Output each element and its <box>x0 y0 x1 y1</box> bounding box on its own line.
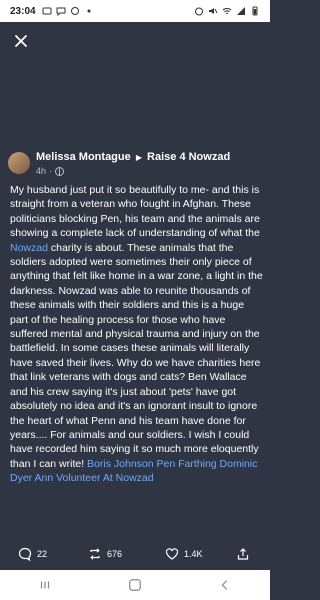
close-icon <box>15 35 27 47</box>
author-name[interactable]: Melissa Montague <box>36 151 131 163</box>
more-share-button[interactable] <box>236 547 250 561</box>
share-count: 676 <box>107 549 123 559</box>
post-text: My husband just put it so beautifully to… <box>10 184 260 240</box>
arrow-right-icon: ▶ <box>135 153 142 162</box>
status-time: 23:04 <box>10 5 36 17</box>
wifi-icon <box>222 8 232 14</box>
post-header: Melissa Montague ▶ Raise 4 Nowzad 4h · <box>4 150 266 177</box>
post-text: charity is about. These animals that the… <box>10 241 263 470</box>
post-time[interactable]: 4h <box>36 165 46 177</box>
avatar[interactable] <box>8 152 30 174</box>
comment-button[interactable]: 22 <box>18 547 47 561</box>
dot-icon <box>87 9 91 13</box>
system-nav-bar <box>0 570 270 600</box>
back-icon <box>221 580 228 590</box>
comment-icon <box>18 547 32 561</box>
post: Melissa Montague ▶ Raise 4 Nowzad 4h · M… <box>4 150 266 486</box>
retweet-icon <box>90 548 100 560</box>
recent-apps-icon <box>40 581 50 589</box>
action-bar: 22 676 1.4K <box>0 545 270 563</box>
mute-icon <box>209 8 218 14</box>
close-button[interactable] <box>10 30 32 52</box>
app-icon <box>70 7 79 15</box>
notification-icon <box>42 7 52 15</box>
share-icon <box>237 548 249 560</box>
globe-icon <box>55 166 65 176</box>
recent-apps-button[interactable] <box>25 574 65 596</box>
heart-icon <box>165 548 179 560</box>
signal-icon <box>237 7 245 15</box>
battery-icon <box>252 6 258 16</box>
message-icon <box>56 7 66 16</box>
reaction-count: 1.4K <box>184 549 203 559</box>
comment-count: 22 <box>37 549 48 559</box>
back-button[interactable] <box>205 574 245 596</box>
home-button[interactable] <box>115 574 155 596</box>
home-icon <box>129 579 141 591</box>
post-body: My husband just put it so beautifully to… <box>4 183 266 486</box>
top-bar <box>0 22 270 62</box>
group-name[interactable]: Raise 4 Nowzad <box>147 151 230 163</box>
alarm-icon <box>195 7 203 16</box>
reaction-button[interactable]: 1.4K <box>165 547 203 561</box>
nowzad-link[interactable]: Nowzad <box>10 242 48 254</box>
status-bar: 23:04 <box>0 0 270 22</box>
share-button[interactable]: 676 <box>88 547 122 561</box>
